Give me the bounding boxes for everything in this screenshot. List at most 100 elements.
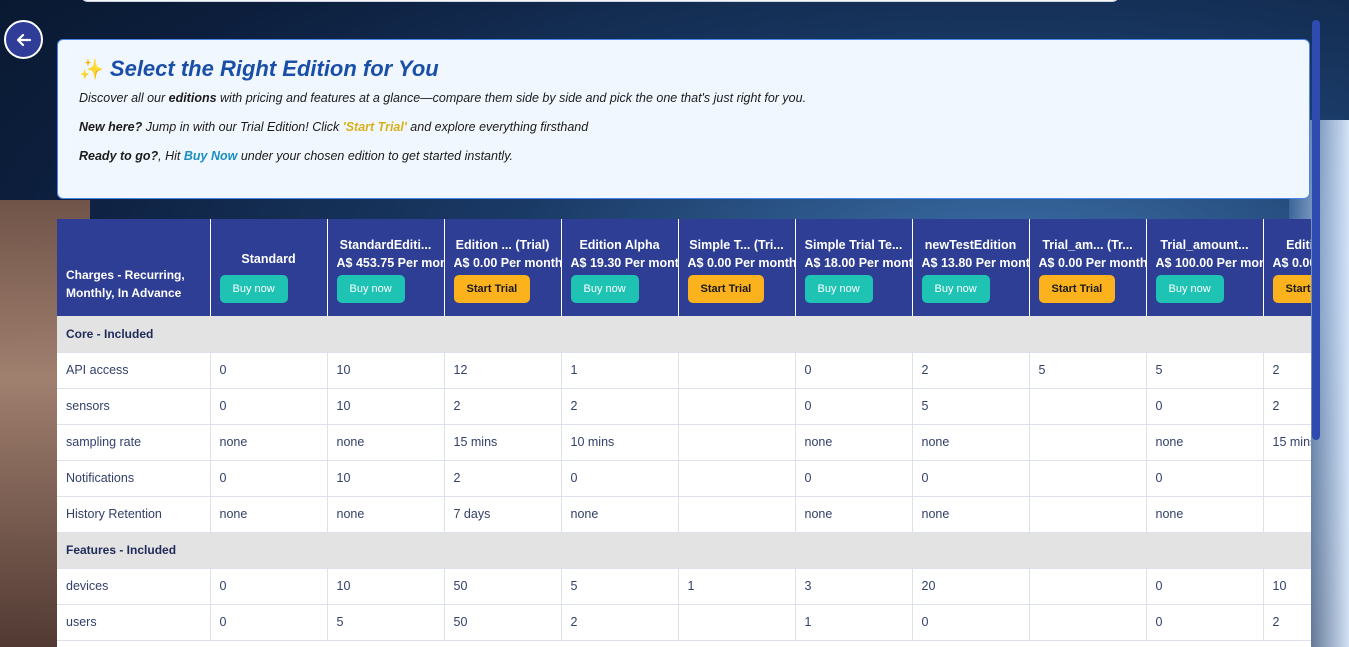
feature-value: 0 (210, 568, 328, 605)
info-line-1-pre: Discover all our (79, 91, 169, 105)
feature-value: 0 (795, 388, 913, 425)
edition-header-4: Simple T... (Tri... A$ 0.00 Per month Star… (678, 219, 796, 316)
edition-name: Trial_am... (Tr... (1042, 238, 1133, 252)
feature-value: 10 (327, 460, 445, 497)
feature-value: 5 (561, 568, 679, 605)
buy-now-button[interactable]: Buy now (921, 275, 990, 303)
feature-value: 10 (327, 388, 445, 425)
feature-value: 15 mins (1263, 424, 1311, 461)
buy-now-highlight: Buy Now (183, 149, 238, 163)
feature-value: 0 (795, 460, 913, 497)
feature-value (678, 496, 796, 533)
info-line-1-bold: editions (168, 91, 217, 105)
info-line-2-mid: Jump in with our Trial Edition! Click (142, 120, 343, 134)
feature-label: sampling rate (57, 424, 211, 461)
feature-value: none (912, 496, 1030, 533)
feature-value: none (210, 496, 328, 533)
feature-value: 0 (1146, 460, 1264, 497)
feature-value: 0 (210, 604, 328, 641)
info-line-2-bold: New here? (79, 120, 143, 134)
edition-price: A$ 0.00 Per month (687, 256, 795, 270)
feature-value (678, 388, 796, 425)
feature-label: users (57, 604, 211, 641)
info-line-2: New here? Jump in with our Trial Edition… (79, 120, 1288, 134)
edition-header-3: Edition Alpha A$ 19.30 Per month Buy now (561, 219, 679, 316)
edition-comparison-table: Charges - Recurring, Monthly, In Advance… (57, 219, 1311, 647)
feature-value: 2 (444, 460, 562, 497)
start-trial-button[interactable]: Start Trial (1272, 275, 1311, 303)
edition-price: A$ 0.00 Per (1272, 256, 1312, 270)
charges-header: Charges - Recurring, Monthly, In Advance (57, 219, 211, 316)
arrow-left-icon (16, 33, 31, 46)
sparkle-icon: ✨ (79, 58, 104, 81)
section-row: Core - Included (57, 316, 1311, 353)
section-row: Features - Included (57, 532, 1311, 569)
feature-value: 15 mins (444, 424, 562, 461)
edition-header-9: Edition_z (T A$ 0.00 Per Start Trial (1263, 219, 1311, 316)
feature-value: 50 (444, 604, 562, 641)
feature-label: API access (57, 352, 211, 389)
buy-now-button[interactable]: Buy now (570, 275, 639, 303)
feature-value: 10 (327, 568, 445, 605)
buy-now-button[interactable]: Buy now (219, 275, 288, 303)
start-trial-button[interactable]: Start Trial (1038, 275, 1116, 303)
feature-value: 5 (1146, 352, 1264, 389)
feature-value (678, 352, 796, 389)
info-line-1: Discover all our editions with pricing a… (79, 91, 1288, 105)
feature-value: none (327, 496, 445, 533)
info-line-2-post: and explore everything firsthand (406, 120, 589, 134)
feature-value: 0 (210, 460, 328, 497)
feature-value (1263, 460, 1311, 497)
feature-value: 12 (444, 352, 562, 389)
start-trial-highlight: 'Start Trial' (342, 120, 407, 134)
table-row: API access 0 10 12 1 0 2 5 5 2 (57, 352, 1311, 389)
edition-header-5: Simple Trial Te... A$ 18.00 Per month Buy … (795, 219, 913, 316)
buy-now-button[interactable]: Buy now (336, 275, 405, 303)
feature-value: 2 (561, 388, 679, 425)
edition-header-7: Trial_am... (Tr... A$ 0.00 Per month Start… (1029, 219, 1147, 316)
feature-value: 1 (678, 568, 796, 605)
feature-value: 0 (795, 352, 913, 389)
edition-header-0: Standard Buy now (210, 219, 328, 316)
feature-value (1029, 604, 1147, 641)
buy-now-button[interactable]: Buy now (1155, 275, 1224, 303)
feature-value: 1 (795, 604, 913, 641)
section-label: Core - Included (57, 316, 1311, 353)
feature-value: 0 (1146, 388, 1264, 425)
feature-value: 5 (327, 604, 445, 641)
edition-name: StandardEditi... (339, 238, 432, 252)
feature-value (678, 460, 796, 497)
edition-name: Standard (241, 252, 296, 266)
edition-price: A$ 19.30 Per month (570, 256, 678, 270)
feature-value: 3 (795, 568, 913, 605)
info-line-3-bold: Ready to go? (79, 149, 159, 163)
feature-value (678, 604, 796, 641)
feature-label: Notifications (57, 460, 211, 497)
feature-value: none (912, 424, 1030, 461)
start-trial-button[interactable]: Start Trial (687, 275, 765, 303)
edition-name: Trial_amount... (1160, 238, 1249, 252)
vertical-scrollbar[interactable] (1312, 20, 1320, 440)
edition-price: A$ 18.00 Per month (804, 256, 912, 270)
info-title: ✨ Select the Right Edition for You (79, 56, 1288, 82)
top-search-bar[interactable] (80, 0, 1120, 2)
info-line-1-post: with pricing and features at a glance—co… (216, 91, 807, 105)
feature-value: 10 (327, 352, 445, 389)
feature-value: 0 (912, 460, 1030, 497)
buy-now-button[interactable]: Buy now (804, 275, 873, 303)
back-button[interactable] (4, 20, 43, 59)
edition-name: Simple Trial Te... (804, 238, 903, 252)
edition-price: A$ 453.75 Per month (336, 256, 444, 270)
start-trial-button[interactable]: Start Trial (453, 275, 531, 303)
feature-value: 0 (210, 352, 328, 389)
table-row: Notifications 0 10 2 0 0 0 0 (57, 460, 1311, 497)
feature-value: none (327, 424, 445, 461)
feature-value: 1 (561, 352, 679, 389)
feature-value: none (1146, 424, 1264, 461)
feature-value: none (1146, 496, 1264, 533)
feature-value: 5 (1029, 352, 1147, 389)
feature-value (1029, 388, 1147, 425)
edition-name: newTestEdition (924, 238, 1017, 252)
table-row: users 0 5 50 2 1 0 0 2 (57, 604, 1311, 641)
edition-header-6: newTestEdition A$ 13.80 Per month Buy now (912, 219, 1030, 316)
